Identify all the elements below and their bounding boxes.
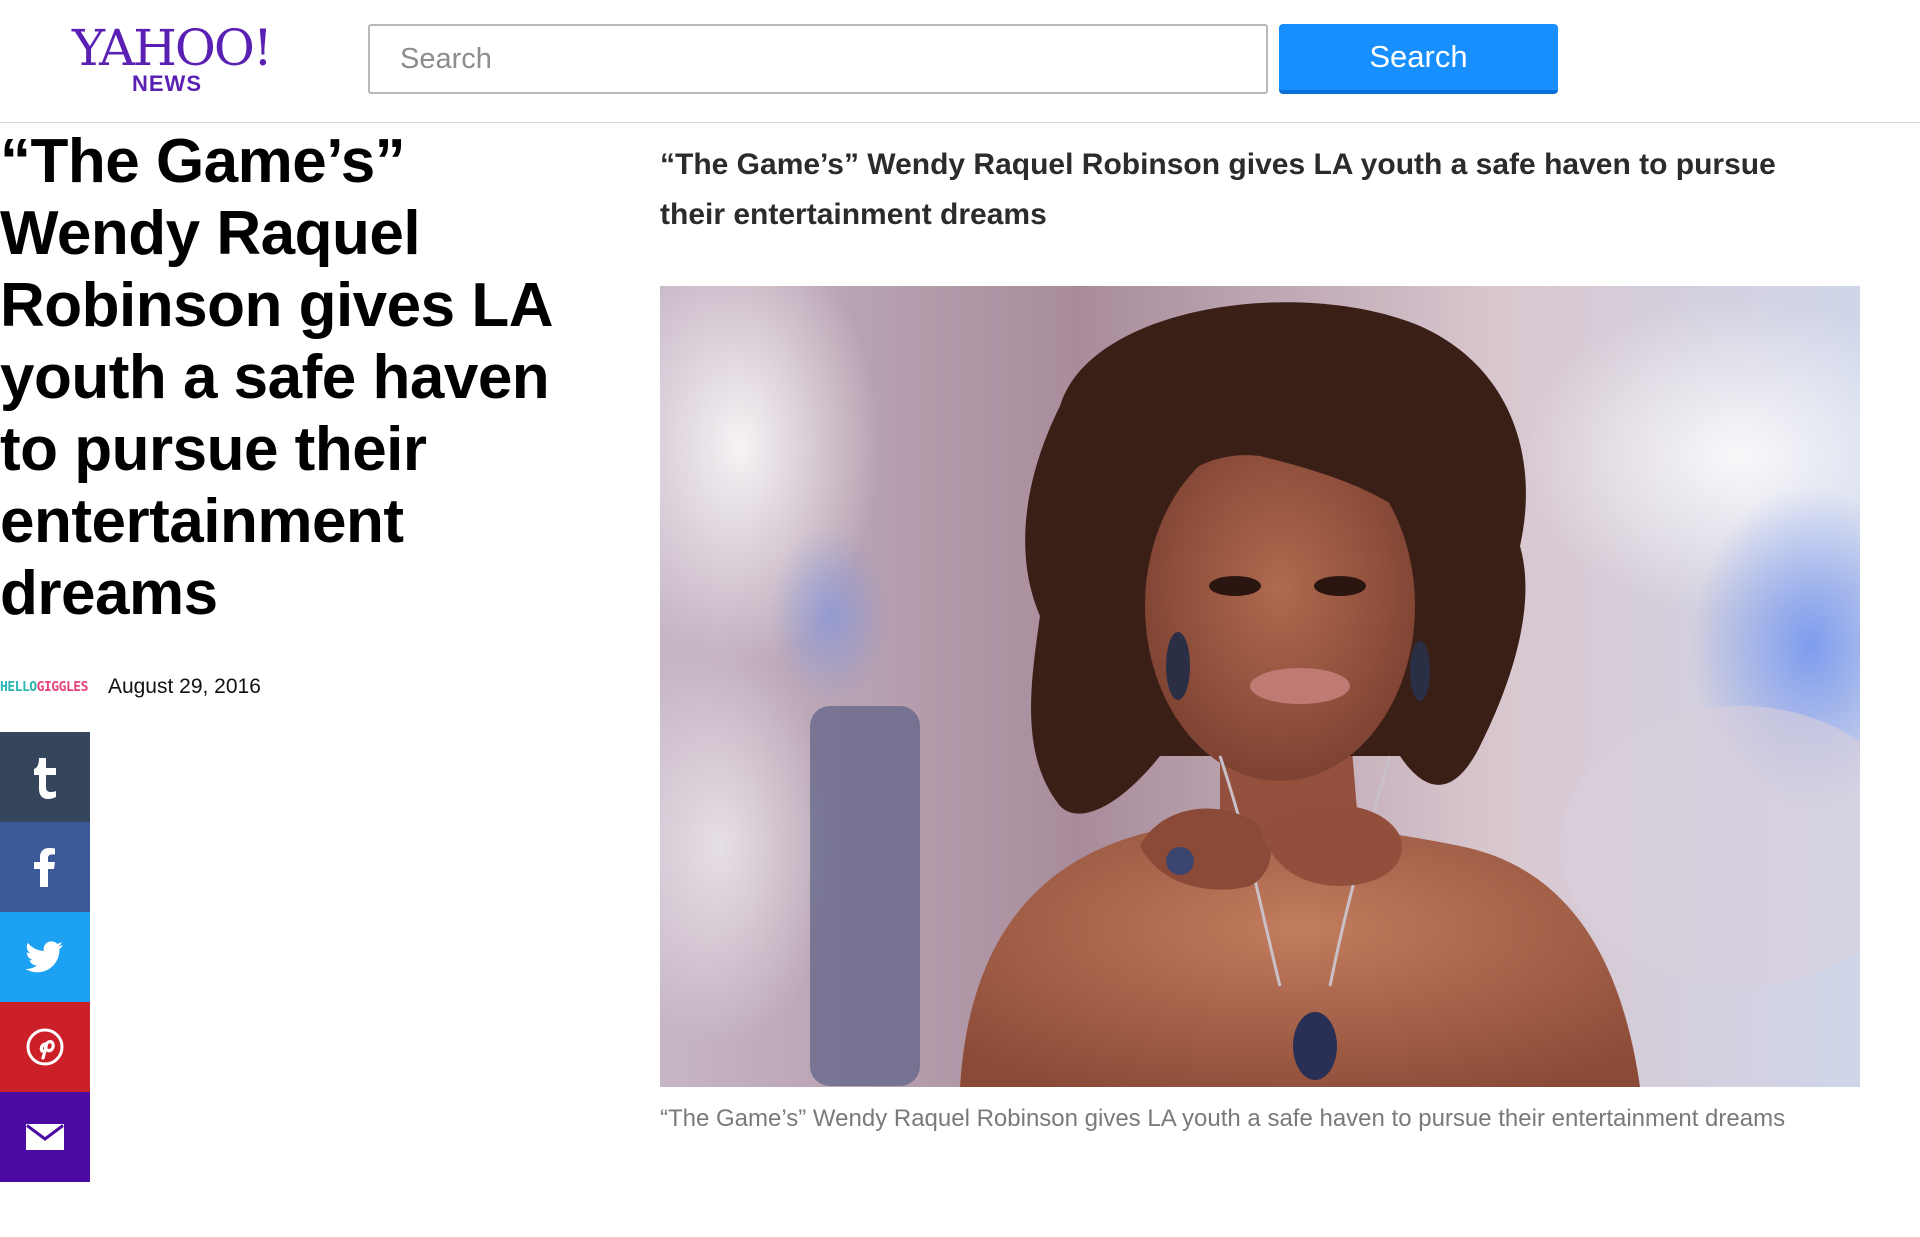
article-headline: “The Game’s” Wendy Raquel Robinson gives… xyxy=(0,127,551,628)
search-box xyxy=(368,24,1268,94)
facebook-icon xyxy=(33,847,57,887)
site-header: YAHOO! NEWS Search xyxy=(0,0,1920,123)
photo-caption: “The Game’s” Wendy Raquel Robinson gives… xyxy=(660,1105,1786,1132)
share-tumblr-button[interactable] xyxy=(0,732,90,822)
search-input[interactable] xyxy=(370,26,1266,92)
article-subtitle: “The Game’s” Wendy Raquel Robinson gives… xyxy=(660,148,1776,231)
share-mail-button[interactable] xyxy=(0,1092,90,1182)
share-facebook-button[interactable] xyxy=(0,822,90,912)
share-pinterest-button[interactable] xyxy=(0,1002,90,1092)
yahoo-news-logo[interactable]: YAHOO! NEWS xyxy=(72,19,273,96)
mail-icon xyxy=(26,1124,64,1150)
article-byline: HELLOGIGGLES August 29, 2016 xyxy=(0,674,261,700)
twitter-icon xyxy=(26,941,64,973)
provider-logo[interactable]: HELLOGIGGLES xyxy=(0,680,88,695)
portrait-photo xyxy=(660,286,1860,1087)
provider-logo-part1: HELLO xyxy=(0,679,37,695)
pinterest-icon xyxy=(26,1028,64,1066)
tumblr-icon xyxy=(25,754,65,800)
publish-date: August 29, 2016 xyxy=(107,675,261,698)
logo-wordmark: YAHOO! xyxy=(72,19,273,77)
provider-logo-part2: GIGGLES xyxy=(36,679,89,695)
share-twitter-button[interactable] xyxy=(0,912,90,1002)
share-bar xyxy=(0,732,90,1182)
search-button[interactable]: Search xyxy=(1279,24,1558,94)
article-photo[interactable] xyxy=(660,286,1860,1087)
